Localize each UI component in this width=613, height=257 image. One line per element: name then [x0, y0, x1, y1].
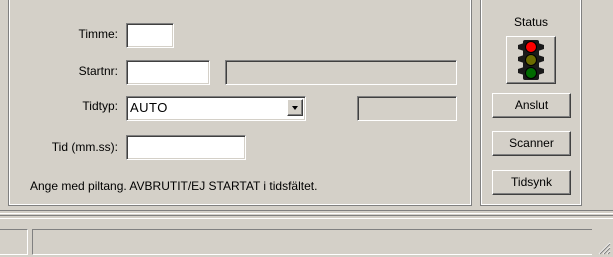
separator-line	[0, 210, 613, 214]
green-light	[525, 67, 537, 79]
timme-label: Timme:	[78, 27, 118, 41]
input-hint-text: Ange med piltang. AVBRUTIT/EJ STARTAT i …	[30, 179, 318, 193]
tidtyp-extra-display	[357, 96, 457, 121]
startnr-label: Startnr:	[78, 64, 118, 78]
traffic-light-icon	[518, 40, 544, 80]
status-title: Status	[513, 15, 549, 29]
scanner-button[interactable]: Scanner	[492, 131, 571, 156]
status-pane-left	[0, 229, 28, 255]
tidtyp-selected-value: AUTO	[130, 100, 168, 115]
timing-window: Timme: Startnr: Tidtyp: AUTO Tid (mm.ss)…	[0, 0, 613, 257]
tidsynk-button[interactable]: Tidsynk	[492, 170, 571, 195]
tidtyp-label: Tidtyp:	[82, 99, 118, 113]
separator-line	[0, 215, 613, 219]
tidtyp-dropdown-button[interactable]	[287, 99, 303, 116]
anslut-button[interactable]: Anslut	[492, 93, 571, 118]
startnr-name-display	[225, 60, 457, 85]
tidtyp-select[interactable]: AUTO	[126, 96, 306, 121]
yellow-light	[525, 54, 537, 66]
tid-input[interactable]	[126, 135, 246, 160]
status-pane-main	[32, 229, 592, 255]
chevron-down-icon	[292, 106, 298, 110]
tid-label: Tid (mm.ss):	[51, 140, 118, 154]
resize-grip-icon[interactable]	[597, 241, 611, 255]
status-bar	[0, 226, 613, 257]
red-light	[525, 41, 537, 53]
startnr-input[interactable]	[126, 60, 210, 85]
connection-status-indicator	[506, 36, 556, 84]
timme-input[interactable]	[126, 23, 174, 48]
